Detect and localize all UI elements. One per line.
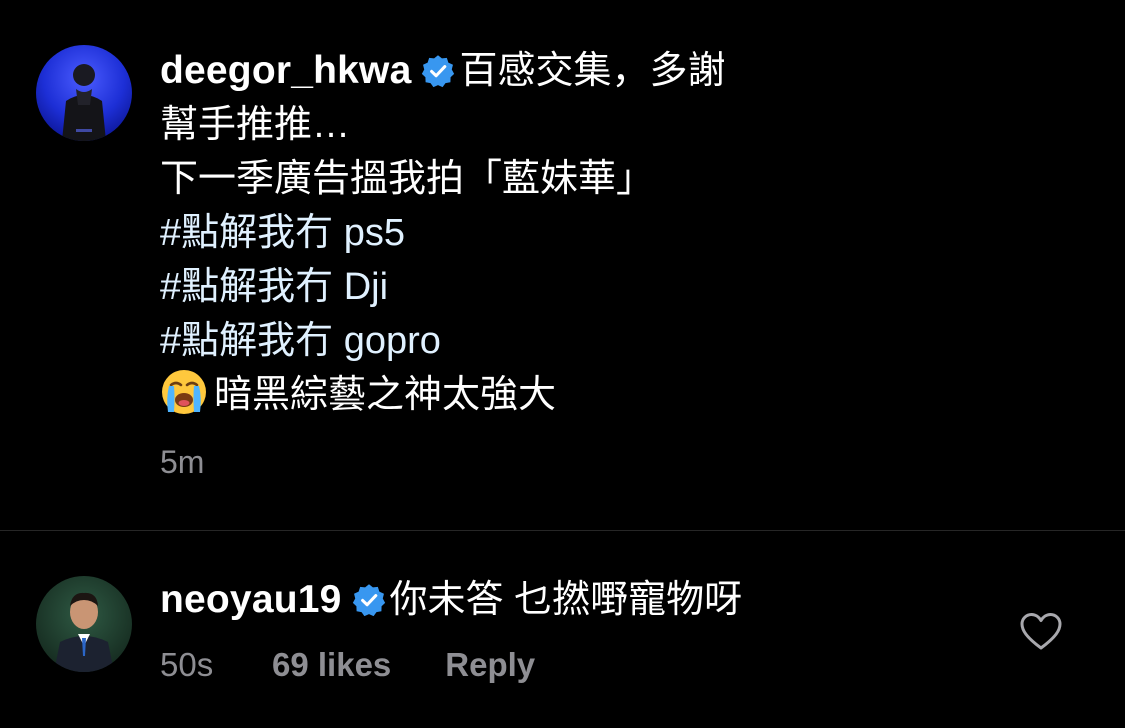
verified-badge-icon <box>422 55 455 88</box>
hashtag-link[interactable]: #點解我冇 Dji <box>160 260 1040 314</box>
avatar[interactable] <box>36 576 132 672</box>
hashtag-link[interactable]: #點解我冇 gopro <box>160 314 1040 368</box>
divider <box>0 530 1125 531</box>
caption-last-line: 暗黑綜藝之神太強大 <box>214 374 557 416</box>
avatar[interactable] <box>36 45 132 141</box>
likes-count[interactable]: 69 likes <box>272 646 391 684</box>
heart-outline-icon[interactable] <box>1020 612 1062 652</box>
caption-first-line: 百感交集，多謝 <box>459 50 726 92</box>
loudly-crying-face-emoji <box>162 370 206 414</box>
caption-line: 幫手推推… <box>160 104 351 146</box>
caption-line: 下一季廣告搵我拍「藍妹華」 <box>160 158 655 200</box>
caption-block: deegor_hkwa 百感交集，多謝 幫手推推… 下一季廣告搵我拍「藍妹華」 … <box>0 0 1125 530</box>
comment-username[interactable]: neoyau19 <box>160 578 342 621</box>
comment-body: 你未答 乜撚嘢寵物呀 <box>389 579 743 621</box>
caption-timestamp: 5m <box>160 444 205 480</box>
comment-timestamp: 50s <box>160 646 214 683</box>
comment-text: neoyau19 你未答 乜撚嘢寵物呀 <box>160 573 1040 627</box>
reply-button[interactable]: Reply <box>445 646 535 684</box>
comment-meta: 50s 69 likes Reply <box>160 646 535 684</box>
hashtag-link[interactable]: #點解我冇 ps5 <box>160 206 1040 260</box>
username[interactable]: deegor_hkwa <box>160 49 411 92</box>
caption-text: deegor_hkwa 百感交集，多謝 幫手推推… 下一季廣告搵我拍「藍妹華」 … <box>160 44 1040 422</box>
verified-badge-icon <box>352 584 385 617</box>
